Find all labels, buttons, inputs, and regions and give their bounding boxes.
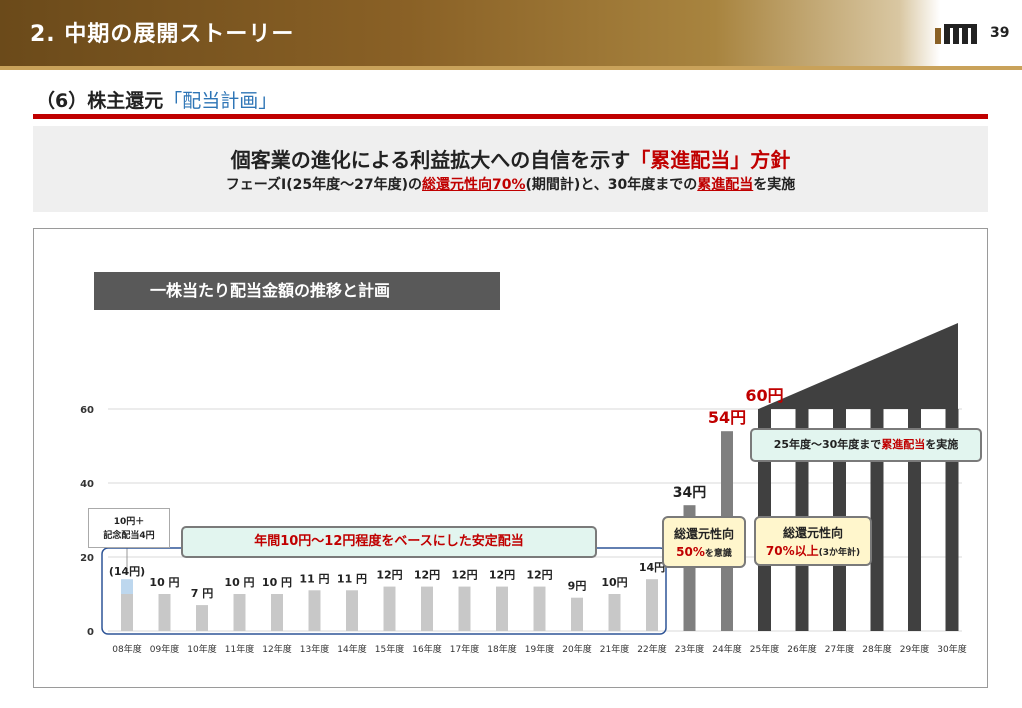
x-tick-label: 26年度	[787, 643, 816, 655]
bar	[346, 590, 358, 631]
y-tick-label: 60	[80, 405, 94, 416]
y-tick-label: 0	[87, 627, 94, 638]
x-tick-label: 10年度	[187, 643, 216, 655]
memo-line-2: 記念配当4円	[103, 531, 155, 541]
x-tick-label: 25年度	[750, 643, 779, 655]
data-label: 60円	[745, 386, 783, 405]
data-label: 9円	[568, 580, 587, 593]
data-label: 10 円	[224, 576, 254, 589]
x-tick-label: 30年度	[937, 643, 966, 655]
x-tick-label: 14年度	[337, 643, 366, 655]
data-label: 54円	[708, 408, 746, 427]
plan-text-red: 累進配当	[881, 438, 926, 451]
bar	[158, 594, 171, 631]
data-label: 12円	[414, 569, 440, 582]
data-label: 12円	[376, 569, 402, 582]
bar	[458, 586, 471, 631]
x-tick-label: 12年度	[262, 643, 291, 655]
bar	[571, 597, 583, 631]
x-tick-label: 22年度	[637, 643, 666, 655]
data-label: 7 円	[191, 587, 213, 600]
x-tick-label: 18年度	[487, 643, 516, 655]
bar	[233, 594, 246, 631]
data-label: 10円	[601, 576, 627, 589]
memo-line-1: 10円＋	[113, 517, 145, 527]
p70-title: 総還元性向	[782, 526, 843, 540]
x-tick-label: 21年度	[600, 643, 629, 655]
x-tick-label: 13年度	[300, 643, 329, 655]
p50-title: 総還元性向	[673, 527, 734, 541]
dividend-chart: 0204060(14円)08年度10 円09年度7 円10年度10 円11年度1…	[80, 323, 967, 655]
y-tick-label: 20	[80, 553, 94, 564]
data-label: 10 円	[262, 576, 292, 589]
x-tick-label: 19年度	[525, 643, 554, 655]
x-tick-label: 23年度	[675, 643, 704, 655]
y-tick-label: 40	[80, 479, 94, 490]
bar	[533, 586, 546, 631]
data-label: 12円	[451, 569, 477, 582]
bar	[121, 594, 133, 631]
p70-note: (3か年計)	[818, 548, 861, 558]
plan-text-a: 25年度～30年度まで	[773, 438, 882, 451]
payout-50-callout: 総還元性向 50%を意識	[662, 516, 746, 568]
x-tick-label: 27年度	[825, 643, 854, 655]
bar	[271, 594, 283, 631]
data-label: 11 円	[337, 572, 367, 585]
bar	[646, 579, 658, 631]
progressive-dividend-callout: 25年度～30年度まで累進配当を実施	[750, 428, 982, 462]
data-label: 34円	[673, 485, 706, 501]
bar	[608, 594, 621, 631]
bar	[383, 586, 396, 631]
bar	[196, 605, 208, 631]
bar	[308, 590, 321, 631]
x-tick-label: 11年度	[225, 643, 254, 655]
stable-dividend-callout: 年間10円～12円程度をベースにした安定配当	[181, 526, 597, 558]
x-tick-label: 08年度	[112, 643, 141, 655]
data-label: 11 円	[299, 572, 329, 585]
x-tick-label: 29年度	[900, 643, 929, 655]
bar-memo-portion	[121, 579, 133, 594]
data-label: 12円	[489, 569, 515, 582]
x-tick-label: 28年度	[862, 643, 891, 655]
data-label: 12円	[526, 569, 552, 582]
p70-value: 70%以上	[765, 544, 819, 558]
x-tick-label: 09年度	[150, 643, 179, 655]
x-tick-label: 15年度	[375, 643, 404, 655]
bar	[421, 586, 433, 631]
x-tick-label: 20年度	[562, 643, 591, 655]
plan-text-c: を実施	[925, 438, 959, 451]
bar	[496, 586, 508, 631]
range-text: 年間10円～12円程度をベースにした	[254, 534, 472, 549]
p50-note: を意識	[704, 549, 732, 559]
p50-value: 50%	[676, 545, 705, 559]
growth-arrow	[758, 323, 958, 409]
range-red: 安定配当	[471, 534, 524, 549]
data-label: 10 円	[149, 576, 179, 589]
commemorative-dividend-note: 10円＋ 記念配当4円	[88, 508, 170, 548]
x-tick-label: 24年度	[712, 643, 741, 655]
x-tick-label: 16年度	[412, 643, 441, 655]
payout-70-callout: 総還元性向 70%以上(3か年計)	[754, 516, 872, 566]
x-tick-label: 17年度	[450, 643, 479, 655]
